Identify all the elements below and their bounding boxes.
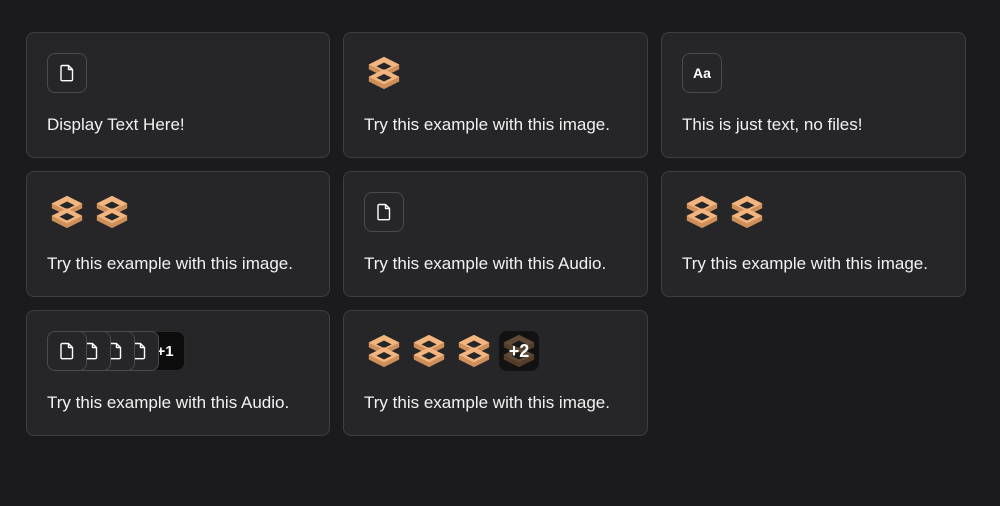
image-thumbnail-logo [682, 192, 722, 232]
file-icon [60, 64, 74, 82]
example-media [47, 53, 87, 93]
example-label: Try this example with this image. [364, 115, 610, 134]
more-images-badge: +2 [499, 331, 539, 371]
example-label: Try this example with this image. [47, 254, 293, 273]
logo-icon [458, 334, 490, 368]
file-thumbnail [47, 331, 87, 371]
example-card-audio[interactable]: +1 Try this example with this Audio. [26, 310, 330, 436]
example-label: This is just text, no files! [682, 115, 863, 134]
file-thumbnail [364, 192, 404, 232]
image-thumbnail-logo [454, 331, 494, 371]
example-card-image[interactable]: Try this example with this image. [26, 171, 330, 297]
file-thumbnail [47, 53, 87, 93]
file-icon [377, 203, 391, 221]
example-media [682, 192, 767, 232]
example-label: Try this example with this Audio. [47, 393, 290, 412]
file-thumbnail-stack: +1 [47, 331, 187, 371]
logo-icon [96, 195, 128, 229]
example-card-image[interactable]: Try this example with this image. [343, 32, 648, 158]
logo-icon [686, 195, 718, 229]
file-icon [60, 342, 74, 360]
example-card-text-only[interactable]: Aa This is just text, no files! [661, 32, 966, 158]
example-card-image[interactable]: +2 Try this example with this image. [343, 310, 648, 436]
example-card-display-text[interactable]: Display Text Here! [26, 32, 330, 158]
example-label: Try this example with this Audio. [364, 254, 607, 273]
text-badge: Aa [682, 53, 722, 93]
example-media [364, 53, 404, 93]
example-media [364, 192, 404, 232]
example-media: Aa [682, 53, 722, 93]
image-thumbnail-logo [364, 331, 404, 371]
example-card-image[interactable]: Try this example with this image. [661, 171, 966, 297]
image-thumbnail-logo [92, 192, 132, 232]
logo-icon [413, 334, 445, 368]
logo-icon [51, 195, 83, 229]
image-thumbnail-logo [47, 192, 87, 232]
logo-icon [368, 56, 400, 90]
logo-icon [731, 195, 763, 229]
examples-grid: Display Text Here! Try this example with… [26, 32, 966, 436]
example-label: Try this example with this image. [364, 393, 610, 412]
image-thumbnail-logo [364, 53, 404, 93]
logo-icon [368, 334, 400, 368]
example-media: +1 [47, 331, 187, 371]
example-media: +2 [364, 331, 539, 371]
more-count: +2 [508, 340, 530, 361]
example-label: Display Text Here! [47, 115, 185, 134]
example-label: Try this example with this image. [682, 254, 928, 273]
example-media [47, 192, 132, 232]
example-card-audio[interactable]: Try this example with this Audio. [343, 171, 648, 297]
image-thumbnail-logo [409, 331, 449, 371]
image-thumbnail-logo [727, 192, 767, 232]
